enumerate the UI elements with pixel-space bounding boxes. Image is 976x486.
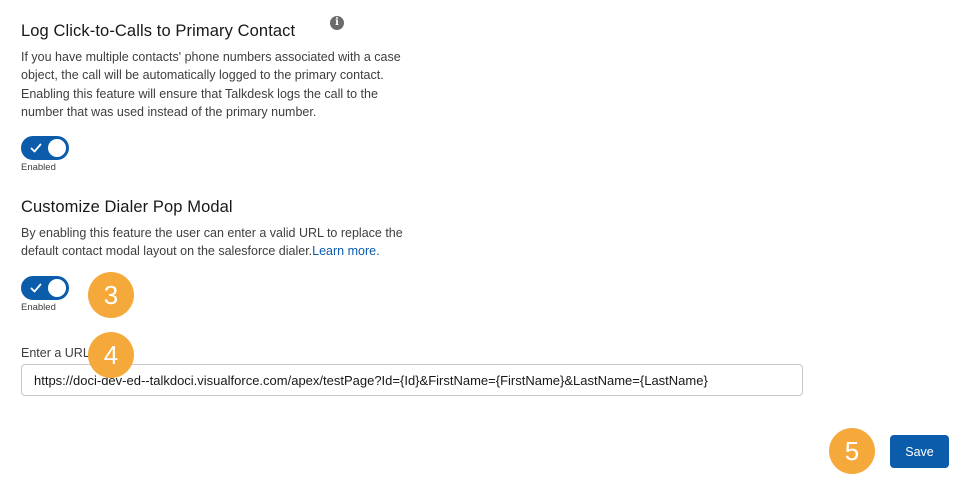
customize-dialer-title: Customize Dialer Pop Modal: [21, 198, 233, 216]
toggle-knob: [48, 139, 66, 157]
customize-dialer-description: By enabling this feature the user can en…: [21, 224, 416, 261]
step-badge-4: 4: [88, 332, 134, 378]
log-click-to-calls-toggle-caption: Enabled: [21, 162, 56, 173]
log-click-to-calls-toggle[interactable]: [21, 136, 69, 160]
url-input[interactable]: [21, 364, 803, 396]
log-click-to-calls-description: If you have multiple contacts' phone num…: [21, 50, 401, 119]
toggle-knob: [48, 279, 66, 297]
customize-dialer-toggle[interactable]: [21, 276, 69, 300]
learn-more-link[interactable]: Learn more.: [312, 244, 379, 258]
customize-dialer-toggle-caption: Enabled: [21, 302, 56, 313]
step-badge-5: 5: [829, 428, 875, 474]
info-icon[interactable]: i: [330, 16, 344, 30]
url-field-label: Enter a URL: [21, 346, 90, 360]
step-badge-3: 3: [88, 272, 134, 318]
log-click-to-calls-title: Log Click-to-Calls to Primary Contact: [21, 22, 296, 40]
check-icon: [30, 143, 42, 153]
save-button[interactable]: Save: [890, 435, 949, 468]
check-icon: [30, 283, 42, 293]
